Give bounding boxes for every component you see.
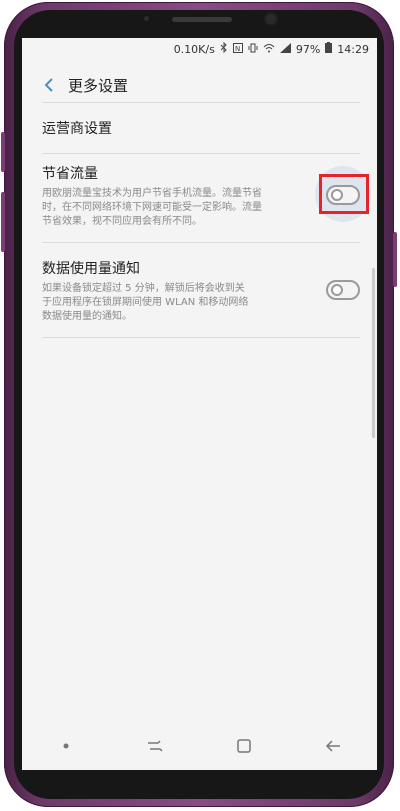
data-saver-item[interactable]: 节省流量 用欧朋流量宝技术为用户节省手机流量。流量节省 时，在不同网络环境下网速… <box>42 163 360 229</box>
data-saver-desc-line: 时，在不同网络环境下网速可能受一定影响。流量 <box>42 202 262 213</box>
wifi-icon <box>263 43 275 56</box>
navigation-bar <box>22 722 377 770</box>
toggle-knob <box>331 284 343 296</box>
chevron-left-icon[interactable] <box>34 70 64 100</box>
front-camera <box>266 14 276 24</box>
data-saver-description: 用欧朋流量宝技术为用户节省手机流量。流量节省 时，在不同网络环境下网速可能受一定… <box>42 187 360 229</box>
data-saver-title: 节省流量 <box>42 166 98 182</box>
side-button-right <box>393 232 397 287</box>
highlight-box <box>319 174 369 214</box>
data-saver-divider <box>42 242 360 243</box>
dot-icon[interactable] <box>46 726 86 766</box>
battery-percent: 97% <box>295 42 321 56</box>
page-title: 更多设置 <box>68 76 129 95</box>
data-usage-divider <box>42 337 360 338</box>
sensor <box>144 16 149 21</box>
data-saver-desc-line: 节省效果，视不同应用会有所不同。 <box>42 216 202 227</box>
data-usage-notify-item[interactable]: 数据使用量通知 如果设备锁定超过 5 分钟，解锁后将会收到关 于应用程序在锁屏期… <box>42 258 360 324</box>
bluetooth-icon <box>220 41 228 56</box>
data-usage-notify-toggle[interactable] <box>326 280 360 300</box>
earpiece <box>172 17 232 22</box>
home-icon[interactable] <box>224 726 264 766</box>
battery-icon <box>325 42 333 56</box>
scrollbar[interactable] <box>372 268 375 438</box>
data-usage-desc-line: 数据使用量的通知。 <box>42 311 132 322</box>
network-speed: 0.10K/s <box>173 42 215 56</box>
data-usage-notify-title: 数据使用量通知 <box>42 261 140 277</box>
data-usage-desc-line: 如果设备锁定超过 5 分钟，解锁后将会收到关 <box>42 283 245 294</box>
recents-icon[interactable] <box>135 726 175 766</box>
data-usage-notify-description: 如果设备锁定超过 5 分钟，解锁后将会收到关 于应用程序在锁屏期间使用 WLAN… <box>42 282 360 324</box>
signal-icon <box>279 42 291 56</box>
svg-text:N: N <box>235 45 240 53</box>
screen: 0.10K/s N 97% 14:29 更多设置 运营商设置 节省流量 用欧朋流… <box>22 38 377 770</box>
side-button-left-bottom <box>1 192 5 252</box>
side-button-left-top <box>1 132 5 172</box>
header-divider <box>42 102 360 103</box>
vibrate-icon <box>248 43 258 56</box>
nfc-icon: N <box>232 42 243 56</box>
carrier-divider <box>42 153 360 154</box>
clock: 14:29 <box>337 42 369 56</box>
data-usage-desc-line: 于应用程序在锁屏期间使用 WLAN 和移动网络 <box>42 297 249 308</box>
back-arrow-icon[interactable] <box>313 726 353 766</box>
carrier-settings-label: 运营商设置 <box>42 121 112 137</box>
carrier-settings-item[interactable]: 运营商设置 <box>42 118 360 144</box>
status-bar: 0.10K/s N 97% 14:29 <box>22 38 377 60</box>
data-saver-desc-line: 用欧朋流量宝技术为用户节省手机流量。流量节省 <box>42 188 262 199</box>
